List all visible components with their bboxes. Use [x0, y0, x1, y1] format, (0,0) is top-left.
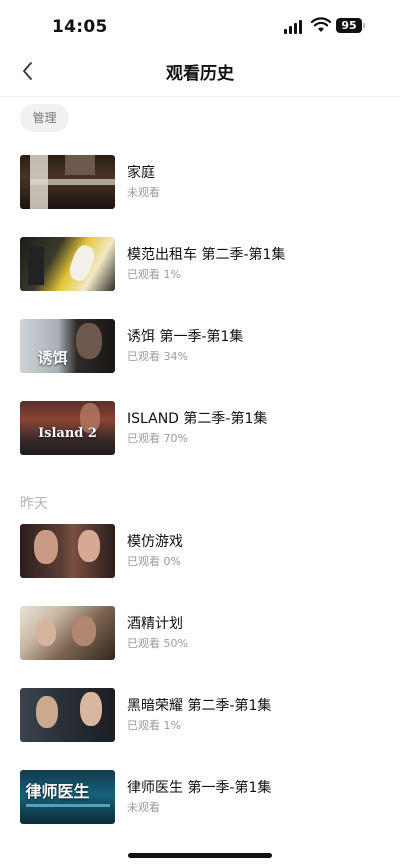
item-title: ISLAND 第二季-第1集	[127, 411, 268, 427]
item-title: 诱饵 第一季-第1集	[127, 329, 244, 345]
thumbnail-family	[20, 155, 115, 209]
item-title: 律师医生 第一季-第1集	[127, 780, 272, 796]
item-progress: 未观看	[127, 801, 160, 814]
history-item[interactable]: 诱饵 诱饵 第一季-第1集 已观看 34%	[0, 319, 400, 375]
thumbnail-imitation-game	[20, 524, 115, 578]
item-title: 黑暗荣耀 第二季-第1集	[127, 698, 272, 714]
thumbnail-bait: 诱饵	[20, 319, 115, 373]
item-progress: 已观看 1%	[127, 719, 181, 732]
thumbnail-doctor-lawyer: 律师医生	[20, 770, 115, 824]
history-item[interactable]: 律师医生 律师医生 第一季-第1集 未观看	[0, 770, 400, 826]
thumbnail-another-round	[20, 606, 115, 660]
history-item[interactable]: 酒精计划 已观看 50%	[0, 606, 400, 662]
thumbnail-title: 律师医生	[25, 782, 90, 801]
manage-button[interactable]: 管理	[20, 104, 69, 132]
item-progress: 已观看 1%	[127, 268, 181, 281]
page-title: 观看历史	[166, 64, 234, 84]
item-progress: 未观看	[127, 186, 160, 199]
history-item[interactable]: 模仿游戏 已观看 0%	[0, 524, 400, 580]
item-title: 模仿游戏	[127, 534, 183, 550]
history-item[interactable]: 模范出租车 第二季-第1集 已观看 1%	[0, 237, 400, 293]
battery-icon: 95	[336, 18, 362, 33]
home-indicator[interactable]	[128, 853, 272, 858]
thumbnail-the-glory	[20, 688, 115, 742]
item-title: 酒精计划	[127, 616, 183, 632]
thumbnail-title: Island 2	[38, 426, 97, 441]
item-title: 家庭	[127, 165, 155, 181]
nav-bar: 观看历史	[0, 50, 400, 97]
thumbnail-island: Island 2	[20, 401, 115, 455]
history-item[interactable]: 黑暗荣耀 第二季-第1集 已观看 1%	[0, 688, 400, 744]
battery-tip	[363, 23, 365, 28]
cellular-signal-icon	[284, 20, 304, 34]
history-item[interactable]: 家庭 未观看	[0, 155, 400, 211]
item-title: 模范出租车 第二季-第1集	[127, 247, 286, 263]
item-progress: 已观看 0%	[127, 555, 181, 568]
wifi-icon	[311, 17, 331, 32]
thumbnail-taxi-driver	[20, 237, 115, 291]
thumbnail-title: 诱饵	[37, 349, 68, 367]
status-bar: 14:05 95	[0, 0, 400, 50]
section-header-yesterday: 昨天	[20, 496, 48, 512]
item-progress: 已观看 50%	[127, 637, 188, 650]
item-progress: 已观看 70%	[127, 432, 188, 445]
history-item[interactable]: Island 2 ISLAND 第二季-第1集 已观看 70%	[0, 401, 400, 457]
item-progress: 已观看 34%	[127, 350, 188, 363]
status-time: 14:05	[52, 17, 108, 37]
